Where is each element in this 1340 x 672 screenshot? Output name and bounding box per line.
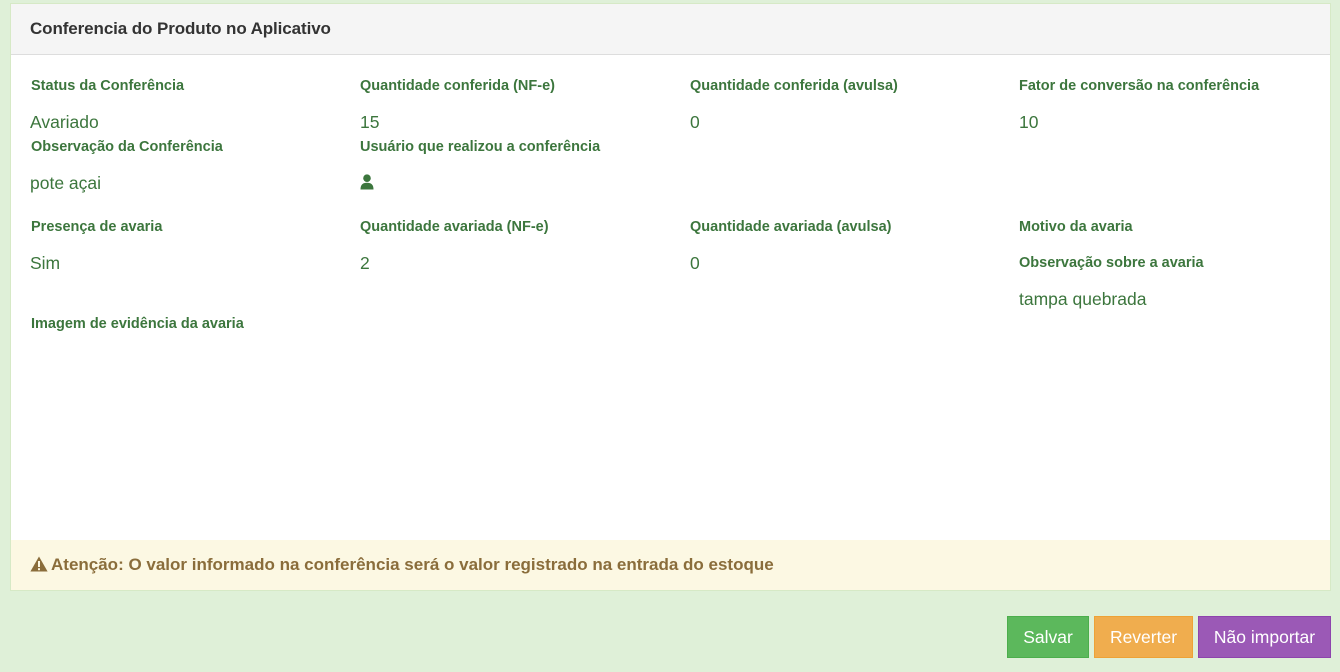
observacao-label: Observação da Conferência xyxy=(31,139,223,155)
panel-title: Conferencia do Produto no Aplicativo xyxy=(30,19,331,38)
status-label: Status da Conferência xyxy=(31,78,185,94)
save-button[interactable]: Salvar xyxy=(1007,616,1089,658)
obs-avaria-label: Observação sobre a avaria xyxy=(1019,255,1204,271)
warning-alert: Atenção: O valor informado na conferênci… xyxy=(11,540,1330,590)
status-value: Avariado xyxy=(30,112,99,132)
qtd-conferida-avulsa-label: Quantidade conferida (avulsa) xyxy=(690,78,898,94)
qtd-conferida-avulsa-value: 0 xyxy=(690,112,700,132)
fator-conversao-value: 10 xyxy=(1019,112,1039,132)
presenca-avaria-label: Presença de avaria xyxy=(31,219,163,235)
qtd-avariada-avulsa-label: Quantidade avariada (avulsa) xyxy=(690,219,892,235)
conferencia-panel: Conferencia do Produto no Aplicativo Sta… xyxy=(10,3,1331,591)
observacao-value: pote açai xyxy=(30,173,102,193)
qtd-conferida-nfe-label: Quantidade conferida (NF-e) xyxy=(360,78,555,94)
obs-avaria-value: tampa quebrada xyxy=(1019,289,1147,309)
qtd-conferida-nfe-value: 15 xyxy=(360,112,380,132)
panel-heading: Conferencia do Produto no Aplicativo xyxy=(11,4,1330,55)
qtd-avariada-nfe-label: Quantidade avariada (NF-e) xyxy=(360,219,549,235)
warning-text: Atenção: O valor informado na conferênci… xyxy=(51,555,774,574)
qtd-avariada-nfe-value: 2 xyxy=(360,253,370,273)
qtd-avariada-avulsa-value: 0 xyxy=(690,253,700,273)
warning-icon xyxy=(30,556,48,572)
presenca-avaria-value: Sim xyxy=(30,253,61,273)
motivo-avaria-label: Motivo da avaria xyxy=(1019,219,1133,235)
imagem-avaria-label: Imagem de evidência da avaria xyxy=(31,316,244,332)
usuario-label: Usuário que realizou a conferência xyxy=(360,139,601,155)
do-not-import-button[interactable]: Não importar xyxy=(1198,616,1331,658)
fator-conversao-label: Fator de conversão na conferência xyxy=(1019,78,1260,94)
revert-button[interactable]: Reverter xyxy=(1094,616,1193,658)
user-icon xyxy=(360,174,374,190)
